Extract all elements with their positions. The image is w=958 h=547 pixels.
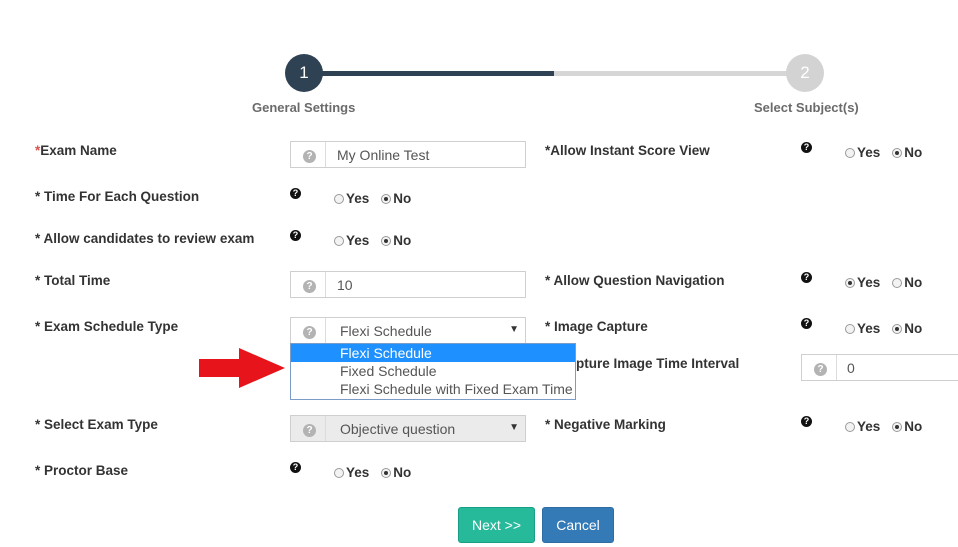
allow-question-nav-label: * Allow Question Navigation bbox=[545, 273, 725, 288]
radio-button[interactable] bbox=[845, 148, 855, 158]
chevron-down-icon[interactable]: ▼ bbox=[509, 324, 519, 335]
radio-no-option[interactable]: No bbox=[892, 419, 922, 434]
allow-instant-score-label: *Allow Instant Score View bbox=[545, 143, 710, 158]
question-circle-icon: ? bbox=[303, 280, 316, 293]
radio-button[interactable] bbox=[892, 422, 903, 432]
proctor-base-radios: Yes No bbox=[334, 465, 423, 480]
question-circle-icon: ? bbox=[303, 326, 316, 339]
step-1-circle[interactable]: 1 bbox=[285, 54, 323, 92]
dropdown-option[interactable]: Flexi Schedule with Fixed Exam Time bbox=[291, 380, 575, 398]
allow-review-radios: Yes No bbox=[334, 233, 423, 248]
radio-button[interactable] bbox=[381, 236, 392, 246]
image-capture-radios: Yes No bbox=[845, 321, 934, 336]
next-button[interactable]: Next >> bbox=[458, 507, 535, 543]
question-circle-icon[interactable]: ? bbox=[290, 462, 301, 473]
question-circle-icon[interactable]: ? bbox=[801, 142, 812, 153]
radio-no-option[interactable]: No bbox=[381, 233, 411, 248]
exam-schedule-type-value: Flexi Schedule bbox=[340, 323, 432, 339]
radio-button[interactable] bbox=[892, 148, 903, 158]
radio-button[interactable] bbox=[381, 194, 392, 204]
image-capture-label: * Image Capture bbox=[545, 319, 648, 334]
radio-no-option[interactable]: No bbox=[892, 275, 922, 290]
question-circle-icon: ? bbox=[303, 424, 316, 437]
exam-schedule-type-dropdown: Flexi Schedule Fixed Schedule Flexi Sche… bbox=[290, 343, 576, 400]
exam-name-help: ? bbox=[291, 142, 326, 167]
exam-name-value: My Online Test bbox=[337, 147, 430, 163]
step-2-label: Select Subject(s) bbox=[754, 100, 859, 115]
capture-interval-value: 0 bbox=[847, 360, 855, 376]
radio-yes-option[interactable]: Yes bbox=[845, 321, 880, 336]
select-exam-type-label: * Select Exam Type bbox=[35, 417, 158, 432]
dropdown-option[interactable]: Fixed Schedule bbox=[291, 362, 575, 380]
radio-button[interactable] bbox=[845, 278, 855, 288]
radio-button[interactable] bbox=[845, 422, 855, 432]
step-1-label: General Settings bbox=[252, 100, 356, 115]
radio-button[interactable] bbox=[334, 468, 344, 478]
cancel-button[interactable]: Cancel bbox=[542, 507, 614, 543]
radio-button[interactable] bbox=[334, 194, 344, 204]
question-circle-icon[interactable]: ? bbox=[801, 318, 812, 329]
capture-interval-field[interactable]: ? 0 bbox=[801, 354, 958, 381]
time-each-question-radios: Yes No bbox=[334, 191, 423, 206]
radio-button[interactable] bbox=[892, 324, 903, 334]
question-circle-icon[interactable]: ? bbox=[290, 188, 301, 199]
allow-instant-score-radios: Yes No bbox=[845, 145, 934, 160]
negative-marking-label: * Negative Marking bbox=[545, 417, 666, 432]
exam-name-label: *Exam Name bbox=[35, 143, 117, 158]
radio-button[interactable] bbox=[845, 324, 855, 334]
total-time-field[interactable]: ? 10 bbox=[290, 271, 526, 298]
question-circle-icon: ? bbox=[303, 150, 316, 163]
radio-no-option[interactable]: No bbox=[381, 465, 411, 480]
capture-interval-help: ? bbox=[802, 355, 837, 380]
radio-yes-option[interactable]: Yes bbox=[845, 419, 880, 434]
radio-yes-option[interactable]: Yes bbox=[334, 233, 369, 248]
radio-yes-option[interactable]: Yes bbox=[334, 465, 369, 480]
step-2-circle[interactable]: 2 bbox=[786, 54, 824, 92]
total-time-label: * Total Time bbox=[35, 273, 111, 288]
radio-button[interactable] bbox=[381, 468, 392, 478]
time-each-question-label: * Time For Each Question bbox=[35, 189, 200, 204]
progress-line-completed bbox=[304, 71, 554, 76]
question-circle-icon[interactable]: ? bbox=[801, 272, 812, 283]
allow-question-nav-radios: Yes No bbox=[845, 275, 934, 290]
exam-schedule-type-label: * Exam Schedule Type bbox=[35, 319, 179, 334]
radio-button[interactable] bbox=[334, 236, 344, 246]
exam-schedule-help: ? bbox=[291, 318, 326, 343]
radio-yes-option[interactable]: Yes bbox=[845, 145, 880, 160]
allow-review-label: * Allow candidates to review exam bbox=[35, 231, 255, 246]
select-exam-type-value: Objective question bbox=[340, 421, 456, 437]
select-exam-type-select: ? Objective question ▼ bbox=[290, 415, 526, 442]
radio-yes-option[interactable]: Yes bbox=[845, 275, 880, 290]
exam-name-field[interactable]: ? My Online Test bbox=[290, 141, 526, 168]
question-circle-icon[interactable]: ? bbox=[290, 230, 301, 241]
proctor-base-label: * Proctor Base bbox=[35, 463, 129, 478]
radio-no-option[interactable]: No bbox=[381, 191, 411, 206]
radio-no-option[interactable]: No bbox=[892, 321, 922, 336]
total-time-help: ? bbox=[291, 272, 326, 297]
total-time-value: 10 bbox=[337, 277, 353, 293]
select-exam-type-help: ? bbox=[291, 416, 326, 441]
red-pointer-arrow-icon bbox=[199, 348, 285, 388]
dropdown-option[interactable]: Flexi Schedule bbox=[291, 344, 575, 362]
radio-yes-option[interactable]: Yes bbox=[334, 191, 369, 206]
exam-schedule-type-select[interactable]: ? Flexi Schedule ▼ bbox=[290, 317, 526, 344]
radio-no-option[interactable]: No bbox=[892, 145, 922, 160]
question-circle-icon: ? bbox=[814, 363, 827, 376]
progress-line-remaining bbox=[554, 71, 806, 76]
capture-interval-label: pture Image Time Interval bbox=[576, 356, 740, 371]
radio-button[interactable] bbox=[892, 278, 903, 288]
negative-marking-radios: Yes No bbox=[845, 419, 934, 434]
chevron-down-icon: ▼ bbox=[509, 422, 519, 433]
question-circle-icon[interactable]: ? bbox=[801, 416, 812, 427]
